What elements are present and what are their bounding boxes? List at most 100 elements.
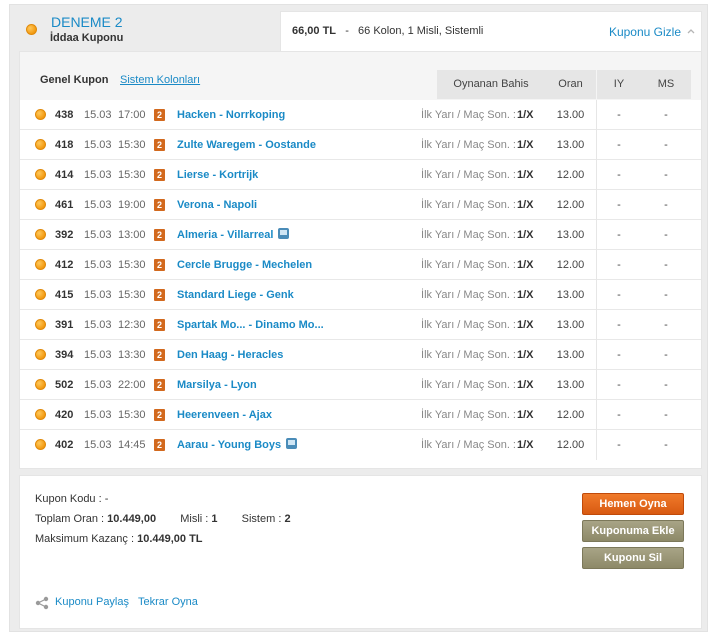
coupon-footer: Kupon Kodu : - Toplam Oran : 10.449,00 M…	[19, 475, 702, 629]
match-teams-link[interactable]: Aarau - Young Boys	[177, 430, 281, 460]
orange-dot-icon	[35, 289, 46, 300]
fulltime-result: -	[664, 259, 668, 271]
halftime-result: -	[617, 199, 621, 211]
bet-type: İlk Yarı / Maç Son. :	[421, 349, 516, 361]
match-teams-link[interactable]: Marsilya - Lyon	[177, 370, 257, 400]
total-odds-label: Toplam Oran :	[35, 513, 105, 525]
halftime-result: -	[617, 229, 621, 241]
match-time: 17:00	[118, 109, 146, 121]
halftime-result: -	[617, 289, 621, 301]
table-row: 392 15.03 13:00 2 Almeria - Villarreal İlk Ya…	[20, 220, 701, 250]
match-teams-link[interactable]: Heerenveen - Ajax	[177, 400, 272, 430]
match-code: 461	[55, 199, 74, 211]
bet-odds: 13.00	[556, 109, 585, 121]
bet-odds: 12.00	[556, 409, 585, 421]
bet-selection: 1/X	[517, 109, 534, 121]
column-header-ms: MS	[641, 70, 691, 99]
share-icon[interactable]	[35, 596, 49, 610]
add-to-coupons-button[interactable]: Kuponuma Ekle	[582, 520, 684, 542]
halftime-result: -	[617, 379, 621, 391]
bet-odds: 12.00	[556, 259, 585, 271]
match-date: 15.03	[84, 409, 112, 421]
replay-link[interactable]: Tekrar Oyna	[138, 596, 198, 608]
table-row: 438 15.03 17:00 2 Hacken - Norrkoping İlk Yar…	[20, 100, 701, 130]
orange-dot-icon	[35, 229, 46, 240]
table-row: 391 15.03 12:30 2 Spartak Mo... - Dinamo Mo.…	[20, 310, 701, 340]
min-matches-badge: 2	[154, 409, 165, 421]
bet-odds: 13.00	[556, 139, 585, 151]
bet-selection: 1/X	[517, 439, 534, 451]
bet-type: İlk Yarı / Maç Son. :	[421, 289, 516, 301]
fulltime-result: -	[664, 289, 668, 301]
coupon-subtitle: İddaa Kuponu	[50, 32, 124, 44]
table-row: 402 15.03 14:45 2 Aarau - Young Boys İlk Yarı…	[20, 430, 701, 460]
match-code: 391	[55, 319, 74, 331]
match-date: 15.03	[84, 169, 112, 181]
delete-coupon-button[interactable]: Kuponu Sil	[582, 547, 684, 569]
fulltime-result: -	[664, 439, 668, 451]
match-date: 15.03	[84, 439, 112, 451]
bet-selection: 1/X	[517, 349, 534, 361]
match-date: 15.03	[84, 259, 112, 271]
match-time: 15:30	[118, 139, 146, 151]
halftime-result: -	[617, 409, 621, 421]
share-coupon-link[interactable]: Kuponu Paylaş	[55, 596, 129, 608]
coupon-title: DENEME 2	[51, 14, 123, 30]
bet-selection: 1/X	[517, 409, 534, 421]
match-time: 22:00	[118, 379, 146, 391]
orange-dot-icon	[35, 169, 46, 180]
table-row: 415 15.03 15:30 2 Standard Liege - Genk İlk Y…	[20, 280, 701, 310]
min-matches-badge: 2	[154, 319, 165, 331]
match-teams-link[interactable]: Hacken - Norrkoping	[177, 100, 285, 130]
match-time: 12:30	[118, 319, 146, 331]
coupon-summary-text: 66 Kolon, 1 Misli, Sistemli	[358, 25, 484, 37]
match-teams-link[interactable]: Den Haag - Heracles	[177, 340, 283, 370]
bet-odds: 13.00	[556, 379, 585, 391]
max-win-label: Maksimum Kazanç :	[35, 533, 135, 545]
match-teams-link[interactable]: Lierse - Kortrijk	[177, 160, 258, 190]
chevron-up-icon[interactable]	[687, 27, 695, 35]
fulltime-result: -	[664, 229, 668, 241]
bet-type: İlk Yarı / Maç Son. :	[421, 169, 516, 181]
bet-odds: 13.00	[556, 229, 585, 241]
match-teams-link[interactable]: Cercle Brugge - Mechelen	[177, 250, 312, 280]
bet-odds: 12.00	[556, 169, 585, 181]
hide-coupon-link[interactable]: Kuponu Gizle	[609, 25, 681, 39]
match-teams-link[interactable]: Zulte Waregem - Oostande	[177, 130, 316, 160]
orange-dot-icon	[35, 109, 46, 120]
system-value: 2	[284, 513, 291, 525]
fulltime-result: -	[664, 319, 668, 331]
halftime-result: -	[617, 259, 621, 271]
fulltime-result: -	[664, 379, 668, 391]
halftime-result: -	[617, 319, 621, 331]
match-teams-link[interactable]: Verona - Napoli	[177, 190, 257, 220]
halftime-result: -	[617, 349, 621, 361]
table-row: 420 15.03 15:30 2 Heerenveen - Ajax İlk Yarı …	[20, 400, 701, 430]
halftime-result: -	[617, 139, 621, 151]
coupon-panel: DENEME 2 İddaa Kuponu 66,00 TL - 66 Kolo…	[9, 4, 708, 632]
bet-selection: 1/X	[517, 379, 534, 391]
bet-selection: 1/X	[517, 199, 534, 211]
orange-dot-icon	[35, 379, 46, 390]
fulltime-result: -	[664, 169, 668, 181]
min-matches-badge: 2	[154, 169, 165, 181]
tab-system-columns[interactable]: Sistem Kolonları	[120, 74, 200, 86]
fulltime-result: -	[664, 409, 668, 421]
summary-separator: -	[339, 25, 355, 37]
min-matches-badge: 2	[154, 379, 165, 391]
match-teams-link[interactable]: Standard Liege - Genk	[177, 280, 294, 310]
min-matches-badge: 2	[154, 139, 165, 151]
coupon-code-value: -	[104, 493, 109, 505]
match-code: 412	[55, 259, 74, 271]
total-odds-value: 10.449,00	[107, 513, 157, 525]
tab-general-coupon[interactable]: Genel Kupon	[40, 74, 108, 86]
orange-dot-icon	[35, 439, 46, 450]
tv-icon	[278, 228, 289, 239]
max-win-line: Maksimum Kazanç : 10.449,00 TL	[35, 533, 203, 545]
match-teams-link[interactable]: Almeria - Villarreal	[177, 220, 273, 250]
bet-odds: 13.00	[556, 319, 585, 331]
play-now-button[interactable]: Hemen Oyna	[582, 493, 684, 515]
multiplier-label: Misli :	[180, 513, 209, 525]
match-teams-link[interactable]: Spartak Mo... - Dinamo Mo...	[177, 310, 324, 340]
match-date: 15.03	[84, 139, 112, 151]
